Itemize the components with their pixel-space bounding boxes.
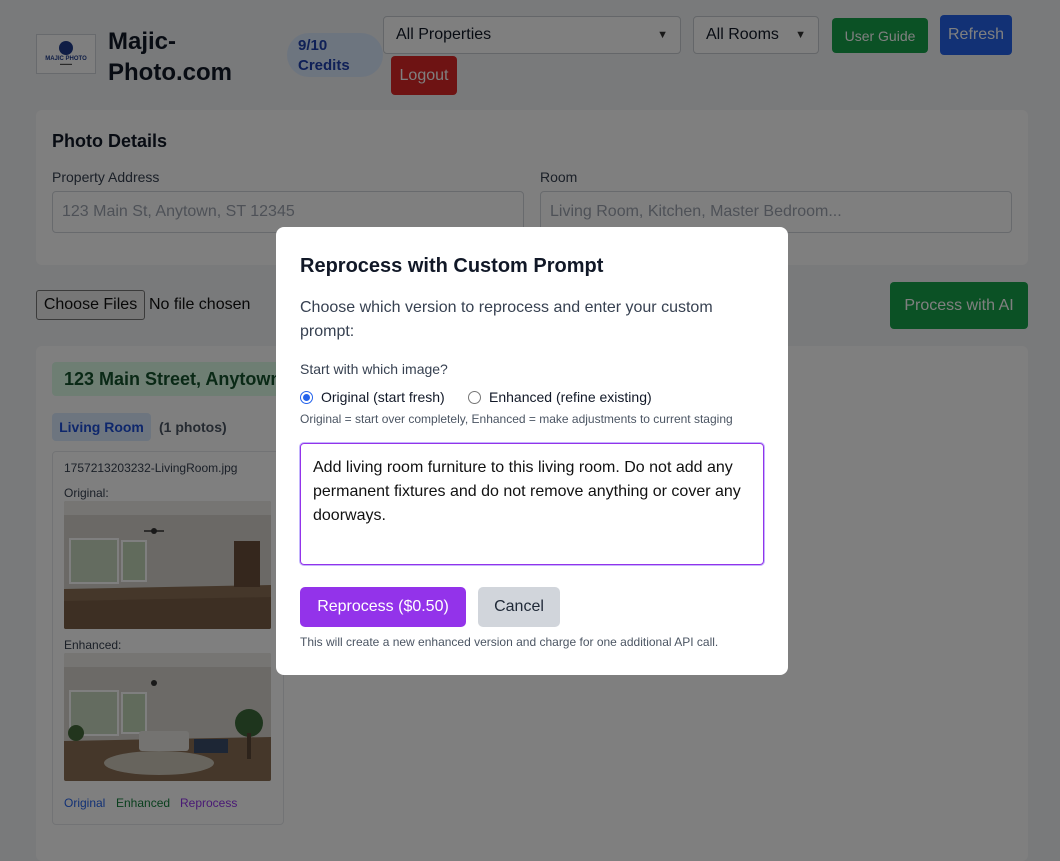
modal-description: Choose which version to reprocess and en… bbox=[300, 299, 713, 340]
radio-enhanced[interactable] bbox=[468, 391, 481, 404]
modal-footer-note: This will create a new enhanced version … bbox=[300, 635, 719, 649]
custom-prompt-textarea[interactable]: Add living room furniture to this living… bbox=[300, 443, 764, 565]
cancel-button[interactable]: Cancel bbox=[478, 587, 560, 627]
start-image-label: Start with which image? bbox=[300, 361, 448, 377]
reprocess-button[interactable]: Reprocess ($0.50) bbox=[300, 587, 466, 627]
radio-original[interactable] bbox=[300, 391, 313, 404]
modal-title: Reprocess with Custom Prompt bbox=[300, 255, 604, 277]
radio-enhanced-label[interactable]: Enhanced (refine existing) bbox=[489, 389, 652, 405]
radio-original-label[interactable]: Original (start fresh) bbox=[321, 389, 445, 405]
radio-hint: Original = start over completely, Enhanc… bbox=[300, 412, 733, 426]
